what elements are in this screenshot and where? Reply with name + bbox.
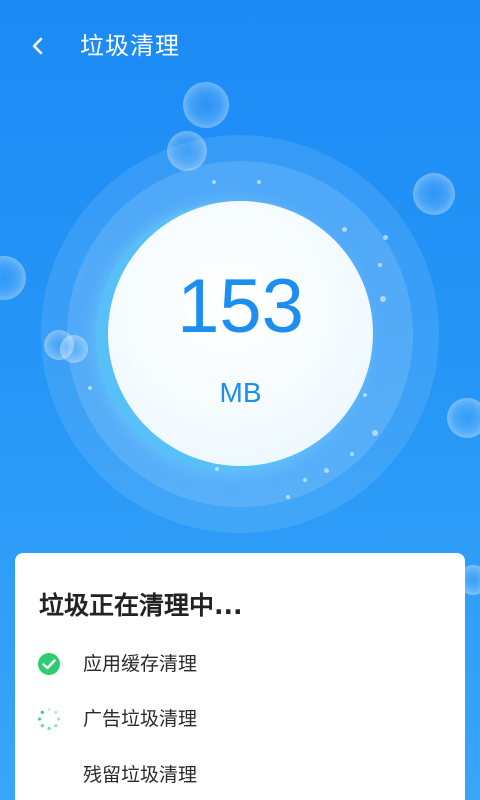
sparkle-dot (257, 180, 261, 184)
sparkle-dot (212, 180, 216, 184)
task-label: 广告垃圾清理 (83, 708, 198, 730)
sparkle-dot (286, 495, 290, 499)
cleaning-status-card: 垃圾正在清理中... 应用缓存清理 广告垃圾清理 残留垃圾清理 (15, 553, 465, 800)
check-circle-icon (38, 653, 60, 675)
chevron-left-icon (32, 37, 43, 55)
junk-size-value: 153 (177, 264, 304, 349)
sparkle-dot (324, 468, 329, 473)
sparkle-dot (350, 452, 354, 456)
task-label: 应用缓存清理 (83, 653, 198, 675)
sparkle-dot (215, 467, 219, 471)
sparkle-dot (303, 478, 307, 482)
junk-clean-screen: 垃圾清理 153 MB 垃圾正在清理中... 应用缓存清理 广告垃圾清理 残留垃… (0, 0, 480, 800)
top-bar: 垃圾清理 (0, 0, 480, 92)
junk-size-unit: MB (219, 377, 262, 408)
page-title: 垃圾清理 (80, 32, 180, 60)
sparkle-dot (378, 263, 382, 267)
cleaning-status-title: 垃圾正在清理中... (39, 591, 243, 620)
back-button[interactable] (20, 28, 56, 64)
spinner-icon (37, 707, 61, 731)
bubble-decoration (0, 256, 26, 300)
task-ad-junk: 广告垃圾清理 (35, 704, 435, 734)
bubble-decoration (413, 173, 455, 215)
task-label: 残留垃圾清理 (83, 764, 198, 786)
sparkle-dot (372, 430, 378, 436)
sparkle-dot (383, 235, 388, 240)
bubble-decoration (447, 398, 480, 438)
sparkle-dot (380, 296, 386, 302)
task-residual-junk: 残留垃圾清理 (35, 760, 435, 790)
sparkle-dot (88, 386, 92, 390)
sparkle-dot (342, 227, 347, 232)
task-app-cache: 应用缓存清理 (35, 649, 435, 679)
